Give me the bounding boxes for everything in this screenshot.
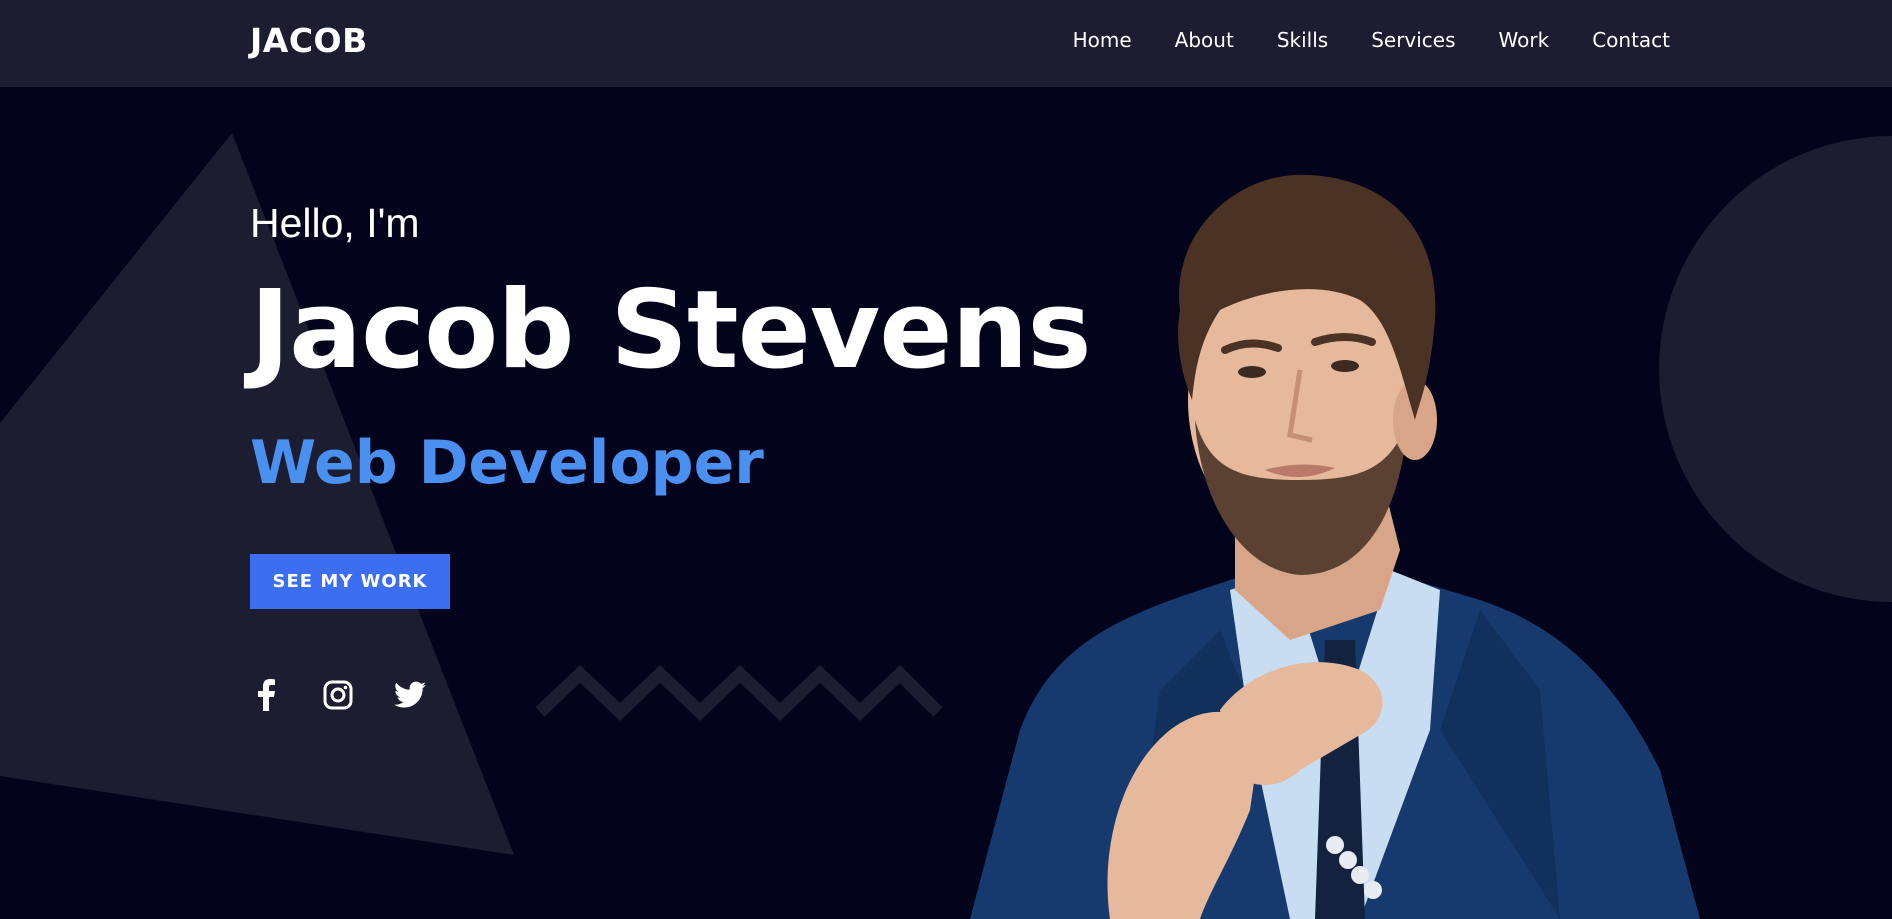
nav-about[interactable]: About <box>1175 28 1234 52</box>
page: JACOB Home About Skills Services Work Co… <box>0 0 1892 919</box>
zigzag-shape <box>535 664 943 721</box>
social-links <box>250 678 426 712</box>
nav-services[interactable]: Services <box>1371 28 1455 52</box>
main-nav: Home About Skills Services Work Contact <box>1073 28 1670 52</box>
nav-home[interactable]: Home <box>1073 28 1132 52</box>
twitter-icon[interactable] <box>394 678 426 712</box>
instagram-icon[interactable] <box>322 678 354 712</box>
hero-greeting: Hello, I'm <box>250 200 420 246</box>
facebook-icon[interactable] <box>250 678 282 712</box>
nav-contact[interactable]: Contact <box>1592 28 1670 52</box>
hero-role: Web Developer <box>250 428 764 498</box>
site-header: JACOB Home About Skills Services Work Co… <box>0 0 1892 87</box>
hero-section: Hello, I'm Jacob Stevens Web Developer <box>250 200 1092 498</box>
hero-name: Jacob Stevens <box>250 268 1092 393</box>
nav-skills[interactable]: Skills <box>1277 28 1328 52</box>
nav-work[interactable]: Work <box>1499 28 1550 52</box>
see-my-work-button[interactable]: SEE MY WORK <box>250 554 450 609</box>
logo[interactable]: JACOB <box>250 21 368 60</box>
